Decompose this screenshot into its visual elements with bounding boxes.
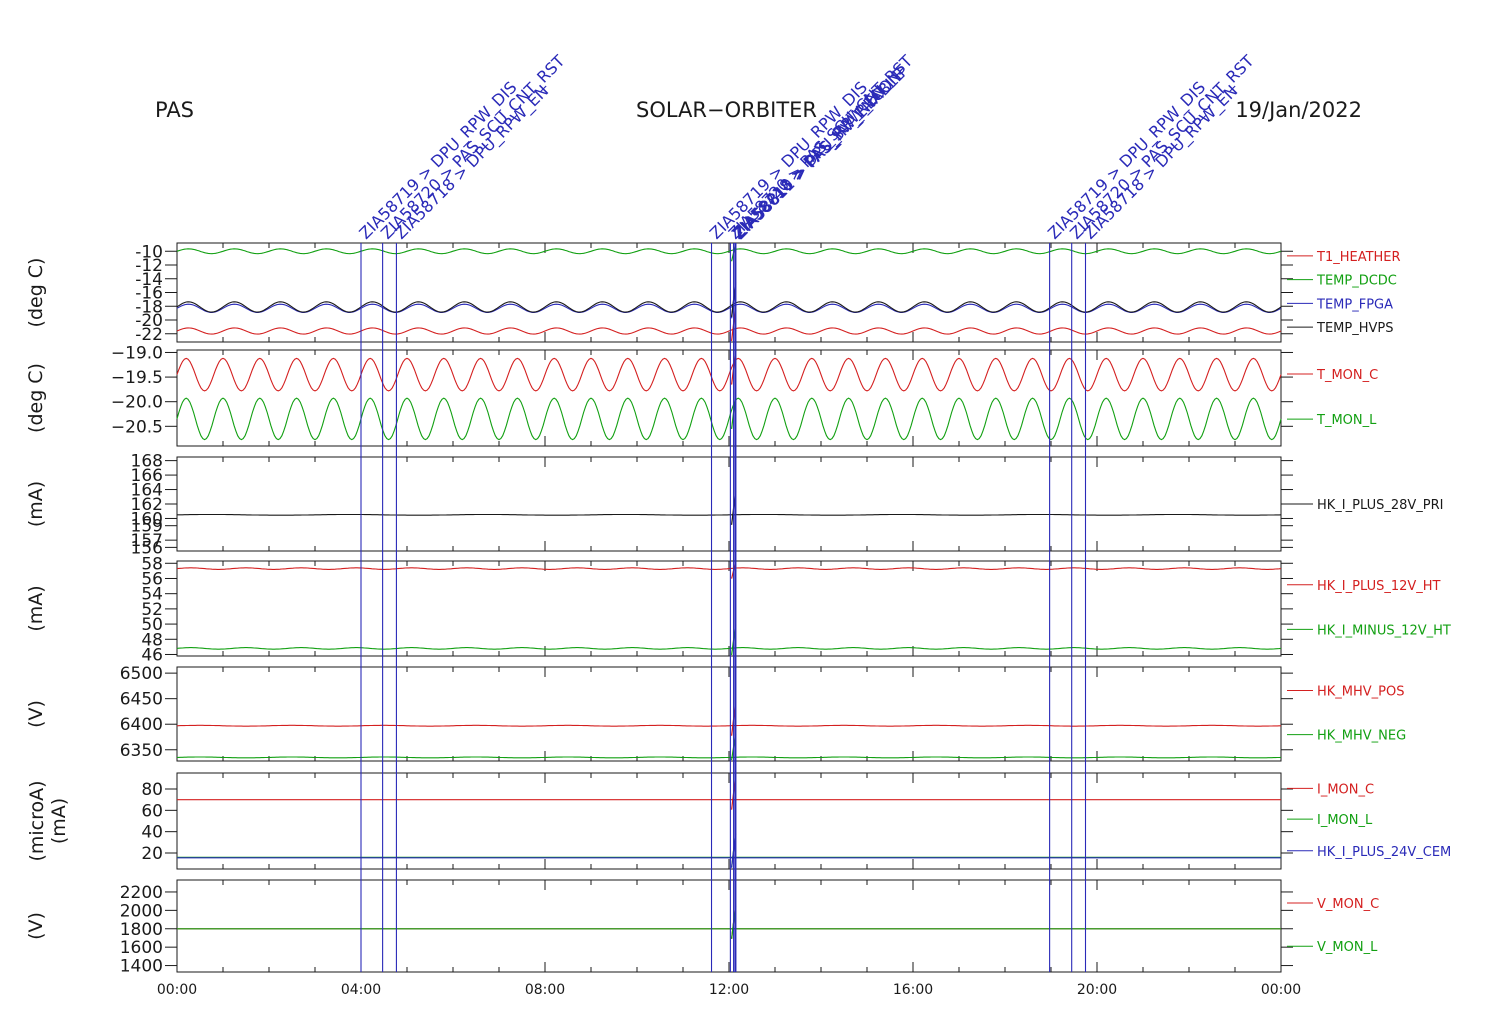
y-tick-label: 1400 <box>120 957 163 977</box>
event-markers: ZIA58719 > DPU_RPW_DISZIA58720 > PAS_SCU… <box>355 51 1258 972</box>
panel-frame <box>176 560 1282 657</box>
series-line-hk_mhv_neg <box>177 756 1282 759</box>
legend-label: HK_I_PLUS_12V_HT <box>1317 579 1441 594</box>
y-axis-label: (deg C) <box>25 258 47 328</box>
y-tick-label: 2200 <box>120 883 163 903</box>
legend-label: V_MON_C <box>1317 897 1379 912</box>
y-tick-label: 6500 <box>120 664 163 684</box>
panel-2: −19.0 −19.5 −20.0 −20.5 (deg C) T_MON_C T_MON_… <box>25 343 1378 447</box>
legend-label: I_MON_L <box>1317 813 1373 828</box>
panel-6: 80604020 (microA) (mA) I_MON_C I_MON_L HK_I_P… <box>26 772 1451 870</box>
series-line-temp_hvps <box>176 301 1282 313</box>
legend-label: V_MON_L <box>1317 940 1378 955</box>
instrument-title: PAS <box>155 98 194 122</box>
event-label: ZIA58719 > DPU_RPW_DIS <box>355 78 521 244</box>
y-tick-label: 80 <box>141 780 163 800</box>
y-tick-label: 6400 <box>120 715 163 735</box>
x-tick-label: 08:00 <box>525 982 565 998</box>
event-label: ZIA58719 > DPU_RPW_DIS <box>1044 78 1210 244</box>
legend-label: T_MON_C <box>1316 368 1378 383</box>
y-tick-label: 40 <box>141 823 163 843</box>
panel-frame <box>176 879 1282 973</box>
panel-4: 58565452504846(mA) HK_I_PLUS_12V_HTHK_I_M… <box>25 554 1451 665</box>
legend-label: T_MON_L <box>1316 413 1377 428</box>
legend-label: HK_I_PLUS_28V_PRI <box>1317 498 1443 513</box>
panel-frame <box>176 666 1282 762</box>
legend-label: HK_I_PLUS_24V_CEM <box>1317 845 1451 860</box>
series-line-hk_i_plus_28v_pri <box>177 513 1282 516</box>
panel-frame <box>176 349 1282 447</box>
panel-5: 6500 6450 6400 6350 (V) HK_MHV_POS HK_MHV_NEG <box>25 664 1406 762</box>
x-tick-label: 00:00 <box>1261 982 1301 998</box>
legend-label: T1_HEATHER <box>1316 250 1401 265</box>
legend-label: I_MON_C <box>1317 782 1374 797</box>
panel-7: 22002000180016001400 (V) V_MON_C V_MON_L <box>25 879 1379 977</box>
housekeeping-plot: PAS SOLAR−ORBITER 19/Jan/2022 -10-12-14-… <box>25 51 1451 998</box>
event-label: ZIA58718 > DPU_RPW_EN <box>1080 81 1242 243</box>
y-tick-label: -22 <box>135 325 163 345</box>
y-tick-label: −19.0 <box>111 343 163 363</box>
y-tick-label: −19.5 <box>111 368 163 388</box>
x-tick-label: 00:00 <box>157 982 197 998</box>
y-axis-label: (deg C) <box>25 363 47 433</box>
series-line-hk_mhv_pos <box>176 724 1281 727</box>
y-tick-label: 60 <box>141 801 163 821</box>
panels: -10-12-14-16-18-20-22(deg C)T1_HEATHERTE… <box>25 242 1451 976</box>
panel-3: 168166164162160159157156(mA) HK_I_PLUS_28… <box>25 452 1443 559</box>
y-tick-label: 46 <box>141 645 163 665</box>
legend-label: HK_MHV_NEG <box>1317 729 1406 744</box>
x-tick-label: 20:00 <box>1077 982 1117 998</box>
y-axis-label: (V) <box>25 700 47 728</box>
y-tick-label: 6350 <box>120 741 163 761</box>
panel-frame <box>176 772 1282 870</box>
y-axis-label: (mA) <box>25 585 47 631</box>
mission-title: SOLAR−ORBITER <box>636 98 817 122</box>
panel-frame <box>176 456 1282 552</box>
x-tick-label: 12:00 <box>709 982 749 998</box>
y-axis-label-2: (mA) <box>48 798 70 844</box>
series-line-temp_fpga <box>176 303 1282 313</box>
series-line-t_mon_l <box>176 397 1282 441</box>
x-tick-label: 16:00 <box>893 982 933 998</box>
y-tick-label: −20.5 <box>111 417 163 437</box>
legend-label: TEMP_DCDC <box>1316 274 1397 289</box>
y-tick-label: −20.0 <box>111 393 163 413</box>
y-axis-label: (microA) <box>26 780 48 861</box>
legend-label: TEMP_FPGA <box>1316 297 1393 312</box>
legend-label: HK_I_MINUS_12V_HT <box>1317 623 1451 638</box>
x-axis: 00:00 04:00 08:00 12:00 16:00 20:00 00:00 <box>157 982 1301 998</box>
legend-label: TEMP_HVPS <box>1316 321 1393 336</box>
y-tick-label: 2000 <box>120 901 163 921</box>
panel-frame <box>176 242 1282 343</box>
y-tick-label: 1800 <box>120 920 163 940</box>
y-tick-label: 1600 <box>120 938 163 958</box>
panel-1: -10-12-14-16-18-20-22(deg C)T1_HEATHERTE… <box>25 242 1401 345</box>
y-tick-label: 6450 <box>120 690 163 710</box>
date-title: 19/Jan/2022 <box>1235 98 1362 122</box>
x-tick-label: 04:00 <box>341 982 381 998</box>
series-line-t_mon_c <box>176 357 1282 392</box>
y-tick-label: 20 <box>141 844 163 864</box>
event-label: ZIA58811 > PAS_HV_ENABLE <box>730 65 909 244</box>
y-axis-label: (V) <box>25 912 47 940</box>
y-axis-label: (mA) <box>25 481 47 527</box>
legend-label: HK_MHV_POS <box>1317 685 1405 700</box>
event-label: ZIA58718 > DPU_RPW_EN <box>391 81 553 243</box>
